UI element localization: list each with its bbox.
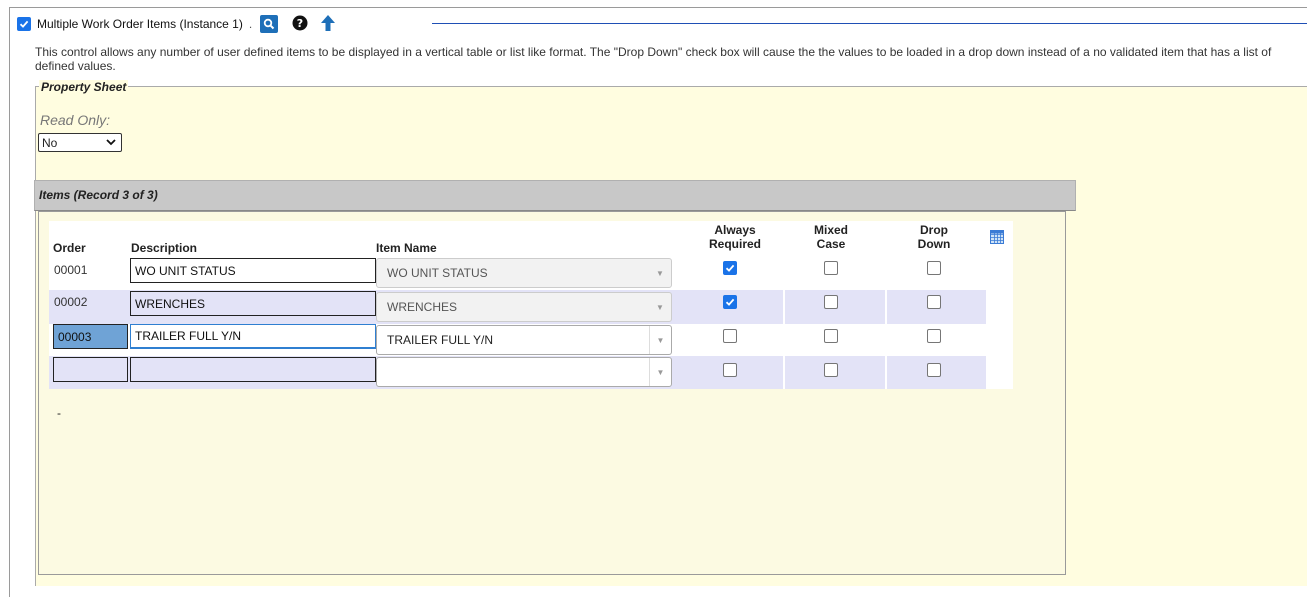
caret-down-icon: ▼ [649,358,671,386]
order-input[interactable] [53,357,128,382]
grid-view-icon[interactable] [990,230,1004,247]
caret-down-icon: ▼ [656,268,664,278]
property-sheet-legend: Property Sheet [39,80,129,94]
chevron-down-icon [106,139,116,146]
column-header-order: Order [53,241,86,255]
header-line-2: Down [917,237,951,251]
header-line-1: Mixed [813,223,848,237]
header-line-1: Always [714,223,756,237]
item-name-select: WO UNIT STATUS ▼ [376,258,672,288]
column-header-mixed-case: Mixed Case [786,223,876,251]
band-gap [783,290,785,324]
header-line-2: Case [816,237,846,251]
header-line-2: Required [708,237,761,251]
item-name-select[interactable]: TRAILER FULL Y/N ▼ [376,325,672,355]
order-input-selected[interactable]: 00003 [53,324,128,349]
read-only-label: Read Only: [40,112,111,128]
description-input[interactable]: WO UNIT STATUS [130,258,376,283]
mixed-case-checkbox[interactable] [824,363,838,377]
enable-section-checkbox[interactable] [17,17,31,31]
read-only-value: No [42,135,58,150]
item-name-value: WO UNIT STATUS [387,266,488,280]
section-header: Multiple Work Order Items (Instance 1) .… [17,9,336,39]
header-divider [432,23,1307,24]
order-cell: 00001 [54,263,88,277]
column-header-description: Description [131,241,198,255]
mixed-case-checkbox[interactable] [824,295,838,309]
column-header-drop-down: Drop Down [888,223,980,251]
read-only-select[interactable]: No [38,133,122,152]
always-required-checkbox[interactable] [723,295,737,309]
band-gap [783,356,785,389]
drop-down-checkbox[interactable] [927,261,941,275]
band-gap [885,356,887,389]
svg-text:?: ? [297,17,303,30]
footer-dash: - [57,406,61,420]
drop-down-checkbox[interactable] [927,329,941,343]
description-text: This control allows any number of user d… [35,45,1272,73]
drop-down-checkbox[interactable] [927,363,941,377]
always-required-checkbox[interactable] [723,261,737,275]
mixed-case-checkbox[interactable] [824,261,838,275]
item-name-select: WRENCHES ▼ [376,292,672,322]
order-cell: 00002 [54,295,88,309]
description-input[interactable] [130,357,376,382]
items-header-bar [34,180,1076,211]
description-input[interactable]: WRENCHES [130,291,376,316]
always-required-checkbox[interactable] [723,363,737,377]
band-gap [885,290,887,324]
magnifier-icon[interactable] [260,15,279,33]
title-dot: . [248,17,253,31]
description-input[interactable]: TRAILER FULL Y/N [130,324,376,349]
column-header-always-required: Always Required [690,223,780,251]
help-circle-icon[interactable]: ? [292,15,308,34]
arrow-up-icon[interactable] [320,14,336,35]
column-header-item-name: Item Name [376,241,437,255]
header-line-1: Drop [920,223,948,237]
items-record-label: Items (Record 3 of 3) [39,188,158,202]
item-name-select[interactable]: ▼ [376,357,672,387]
caret-down-icon: ▼ [649,326,671,354]
item-name-value: WRENCHES [387,300,458,314]
caret-down-icon: ▼ [656,302,664,312]
section-title: Multiple Work Order Items (Instance 1) [37,17,243,31]
always-required-checkbox[interactable] [723,329,737,343]
mixed-case-checkbox[interactable] [824,329,838,343]
item-name-value: TRAILER FULL Y/N [387,333,494,347]
drop-down-checkbox[interactable] [927,295,941,309]
